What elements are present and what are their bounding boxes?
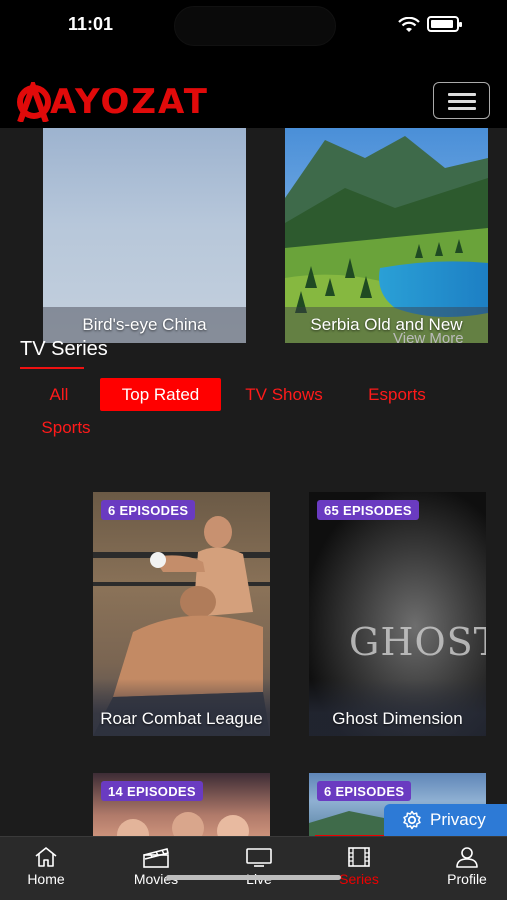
tab-series-label: Series [339,871,379,887]
featured-card-birds-eye-china[interactable]: Bird's-eye China [43,128,246,343]
tab-live[interactable]: Live [209,837,309,900]
dynamic-island [174,6,336,46]
home-icon [35,847,57,867]
home-indicator [166,875,341,880]
ghost-title-art: GHOST [349,620,486,664]
tab-profile-label: Profile [447,871,487,887]
filter-tab-sports[interactable]: Sports [36,411,96,444]
featured-card-serbia[interactable]: Serbia Old and New [285,128,488,343]
main-content: Bird's-eye China Serbia Old and New View… [0,128,507,836]
status-bar: 11:01 [0,0,507,52]
tab-series[interactable]: Series [309,837,409,900]
filter-tab-all[interactable]: All [38,378,80,411]
menu-icon-bar [448,107,476,110]
episode-count-badge: 65 EPISODES [317,500,419,520]
privacy-button[interactable]: Privacy [384,804,507,836]
filter-tab-tv-shows[interactable]: TV Shows [236,378,332,411]
episode-count-badge: 6 EPISODES [317,781,412,801]
film-icon [348,847,370,867]
wifi-icon [398,17,420,32]
menu-icon-bar [448,100,476,103]
series-card-title: Ghost Dimension [309,679,486,736]
brand-logo[interactable]: AYOZAT [14,82,209,122]
user-icon [456,847,478,868]
bottom-tab-bar: Home Movies Live Series Profile [0,836,507,900]
battery-icon [427,16,462,32]
tab-movies[interactable]: Movies [106,837,206,900]
tab-home-label: Home [27,871,65,887]
view-more-link[interactable]: View More [393,330,464,347]
tab-home[interactable]: Home [0,837,96,900]
episode-count-badge: 6 EPISODES [101,500,196,520]
series-card-roar-combat-league[interactable]: 6 EPISODES Roar Combat League [93,492,270,736]
tab-profile[interactable]: Profile [417,837,507,900]
tv-icon [246,848,272,867]
status-time: 11:01 [68,14,114,34]
brand-name: AYOZAT [50,82,209,122]
privacy-label: Privacy [430,810,486,829]
section-title-underline [20,367,84,369]
app-header: AYOZAT [0,52,507,128]
logo-mark-icon [17,82,51,122]
section-title: TV Series [20,338,108,360]
series-card-title: Roar Combat League [93,679,270,736]
series-card-ghost-dimension[interactable]: GHOST 65 EPISODES Ghost Dimension [309,492,486,736]
filter-tab-esports[interactable]: Esports [356,378,438,411]
filter-tab-top-rated[interactable]: Top Rated [100,378,221,411]
gear-icon [403,810,421,830]
clapperboard-icon [143,848,169,868]
menu-icon-bar [448,93,476,96]
hamburger-menu-button[interactable] [433,82,490,119]
series-card[interactable]: 14 EPISODES [93,773,270,836]
episode-count-badge: 14 EPISODES [101,781,203,801]
